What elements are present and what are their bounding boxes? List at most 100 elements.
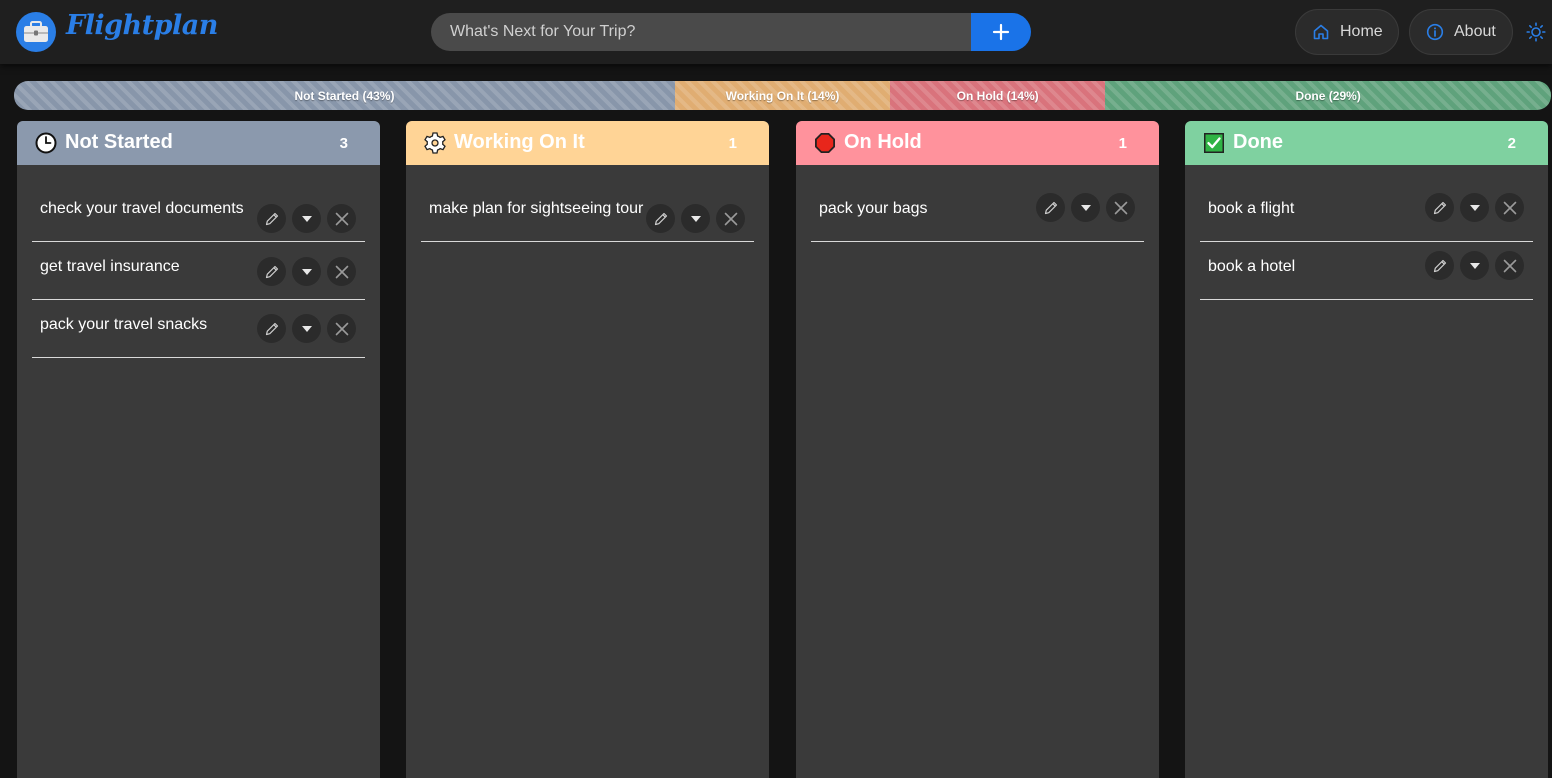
- status-progress-bar: Not Started (43%) Working On It (14%) On…: [14, 81, 1551, 110]
- edit-button[interactable]: [257, 314, 286, 343]
- close-icon: [1114, 201, 1127, 214]
- task-card[interactable]: pack your bags: [811, 184, 1144, 242]
- delete-button[interactable]: [1106, 193, 1135, 222]
- task-actions: [1425, 251, 1524, 280]
- plus-icon: [992, 23, 1010, 41]
- task-actions: [646, 204, 745, 233]
- pencil-icon: [1044, 201, 1057, 214]
- column-header: On Hold 1: [796, 121, 1159, 165]
- task-card[interactable]: pack your travel snacks: [32, 300, 365, 358]
- close-icon: [335, 212, 348, 225]
- progress-segment-not-started: Not Started (43%): [14, 81, 675, 110]
- move-dropdown-button[interactable]: [292, 257, 321, 286]
- column-title: Done: [1233, 131, 1283, 153]
- task-text: pack your bags: [819, 200, 928, 217]
- column-title: Working On It: [454, 131, 585, 153]
- pencil-icon: [265, 322, 278, 335]
- column-not-started: Not Started 3 check your travel document…: [17, 121, 380, 778]
- task-text: book a flight: [1208, 200, 1295, 217]
- task-actions: [257, 204, 356, 233]
- about-label: About: [1454, 23, 1496, 40]
- edit-button[interactable]: [1036, 193, 1065, 222]
- move-dropdown-button[interactable]: [1460, 193, 1489, 222]
- clock-icon: [35, 132, 57, 154]
- edit-button[interactable]: [1425, 193, 1454, 222]
- edit-button[interactable]: [646, 204, 675, 233]
- app-title[interactable]: Flightplan: [66, 10, 218, 41]
- column-count: 1: [728, 135, 737, 152]
- card-list: make plan for sightseeing tour: [406, 165, 769, 242]
- card-list: pack your bags: [796, 165, 1159, 242]
- column-header: Working On It 1: [406, 121, 769, 165]
- column-done: Done 2 book a flight book a hotel: [1185, 121, 1548, 778]
- task-card[interactable]: get travel insurance: [32, 242, 365, 300]
- caret-down-icon: [301, 325, 312, 332]
- close-icon: [1503, 201, 1516, 214]
- column-header: Not Started 3: [17, 121, 380, 165]
- move-dropdown-button[interactable]: [1071, 193, 1100, 222]
- delete-button[interactable]: [327, 257, 356, 286]
- home-button[interactable]: Home: [1295, 9, 1399, 55]
- task-actions: [257, 314, 356, 343]
- edit-button[interactable]: [257, 204, 286, 233]
- task-text: pack your travel snacks: [40, 316, 208, 333]
- top-bar: Flightplan Home About: [0, 0, 1552, 64]
- caret-down-icon: [690, 215, 701, 222]
- close-icon: [335, 265, 348, 278]
- close-icon: [335, 322, 348, 335]
- check-box-icon: [1204, 133, 1224, 153]
- column-on-hold: On Hold 1 pack your bags: [796, 121, 1159, 778]
- task-text: get travel insurance: [40, 258, 180, 275]
- move-dropdown-button[interactable]: [681, 204, 710, 233]
- move-dropdown-button[interactable]: [292, 314, 321, 343]
- task-card[interactable]: check your travel documents: [32, 184, 365, 242]
- new-task-input[interactable]: [431, 13, 976, 51]
- home-label: Home: [1340, 23, 1383, 40]
- move-dropdown-button[interactable]: [1460, 251, 1489, 280]
- task-actions: [1425, 193, 1524, 222]
- pencil-icon: [265, 212, 278, 225]
- info-icon: [1426, 23, 1444, 41]
- column-working-on-it: Working On It 1 make plan for sightseein…: [406, 121, 769, 778]
- column-count: 2: [1507, 135, 1516, 152]
- task-card[interactable]: make plan for sightseeing tour: [421, 184, 754, 242]
- task-card[interactable]: book a hotel: [1200, 242, 1533, 300]
- edit-button[interactable]: [257, 257, 286, 286]
- column-title: Not Started: [65, 131, 173, 153]
- caret-down-icon: [301, 215, 312, 222]
- home-icon: [1313, 24, 1329, 40]
- card-list: book a flight book a hotel: [1185, 165, 1548, 300]
- caret-down-icon: [1469, 204, 1480, 211]
- pencil-icon: [654, 212, 667, 225]
- caret-down-icon: [1080, 204, 1091, 211]
- delete-button[interactable]: [327, 204, 356, 233]
- delete-button[interactable]: [1495, 193, 1524, 222]
- move-dropdown-button[interactable]: [292, 204, 321, 233]
- card-list: check your travel documents get travel i…: [17, 165, 380, 358]
- task-text: book a hotel: [1208, 258, 1296, 275]
- column-title: On Hold: [844, 131, 922, 153]
- caret-down-icon: [1469, 262, 1480, 269]
- gear-icon: [424, 132, 446, 154]
- delete-button[interactable]: [716, 204, 745, 233]
- delete-button[interactable]: [1495, 251, 1524, 280]
- progress-segment-working: Working On It (14%): [674, 81, 891, 110]
- about-button[interactable]: About: [1409, 9, 1513, 55]
- task-card[interactable]: book a flight: [1200, 184, 1533, 242]
- add-task-button[interactable]: [971, 13, 1031, 51]
- progress-segment-on-hold: On Hold (14%): [890, 81, 1106, 110]
- column-count: 1: [1118, 135, 1127, 152]
- stop-sign-icon: [815, 133, 835, 153]
- pencil-icon: [1433, 259, 1446, 272]
- sun-icon[interactable]: [1524, 20, 1548, 44]
- caret-down-icon: [301, 268, 312, 275]
- task-text: make plan for sightseeing tour: [429, 200, 644, 217]
- delete-button[interactable]: [327, 314, 356, 343]
- task-actions: [257, 257, 356, 286]
- edit-button[interactable]: [1425, 251, 1454, 280]
- briefcase-icon[interactable]: [16, 12, 56, 52]
- column-count: 3: [339, 135, 348, 152]
- column-header: Done 2: [1185, 121, 1548, 165]
- close-icon: [724, 212, 737, 225]
- task-actions: [1036, 193, 1135, 222]
